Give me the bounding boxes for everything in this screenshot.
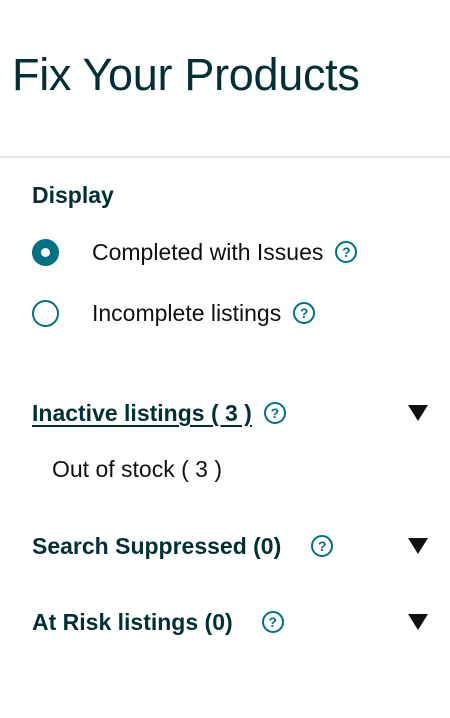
- display-section-label: Display: [32, 182, 114, 208]
- group-header-at-risk-listings[interactable]: At Risk listings (0) ?: [32, 607, 428, 637]
- header-divider: [0, 156, 450, 158]
- group-header-inactive-listings[interactable]: Inactive listings ( 3 ) ?: [32, 398, 428, 428]
- inactive-listings-link[interactable]: Inactive listings ( 3 ): [32, 400, 252, 427]
- triangle-down-icon[interactable]: [408, 405, 428, 421]
- question-mark-circle-icon[interactable]: ?: [311, 535, 334, 557]
- display-option-label: Incomplete listings: [92, 299, 282, 326]
- display-option-label: Completed with Issues: [92, 238, 324, 265]
- question-mark-circle-icon[interactable]: ?: [263, 402, 286, 424]
- triangle-down-icon[interactable]: [408, 538, 428, 554]
- radio-incomplete-listings[interactable]: [32, 299, 59, 327]
- radio-completed-with-issues[interactable]: [32, 238, 59, 266]
- group-header-search-suppressed[interactable]: Search Suppressed (0) ?: [32, 531, 428, 561]
- triangle-down-icon[interactable]: [408, 614, 428, 630]
- question-mark-circle-icon[interactable]: ?: [335, 241, 358, 263]
- display-option-incomplete-listings[interactable]: Incomplete listings ?: [32, 298, 316, 328]
- question-mark-circle-icon[interactable]: ?: [293, 302, 316, 324]
- at-risk-listings-title: At Risk listings (0): [32, 608, 233, 635]
- display-option-completed-with-issues[interactable]: Completed with Issues ?: [32, 237, 358, 267]
- search-suppressed-title: Search Suppressed (0): [32, 532, 282, 559]
- page-title: Fix Your Products: [12, 49, 360, 100]
- list-item-out-of-stock[interactable]: Out of stock ( 3 ): [52, 456, 222, 483]
- question-mark-circle-icon[interactable]: ?: [261, 611, 284, 633]
